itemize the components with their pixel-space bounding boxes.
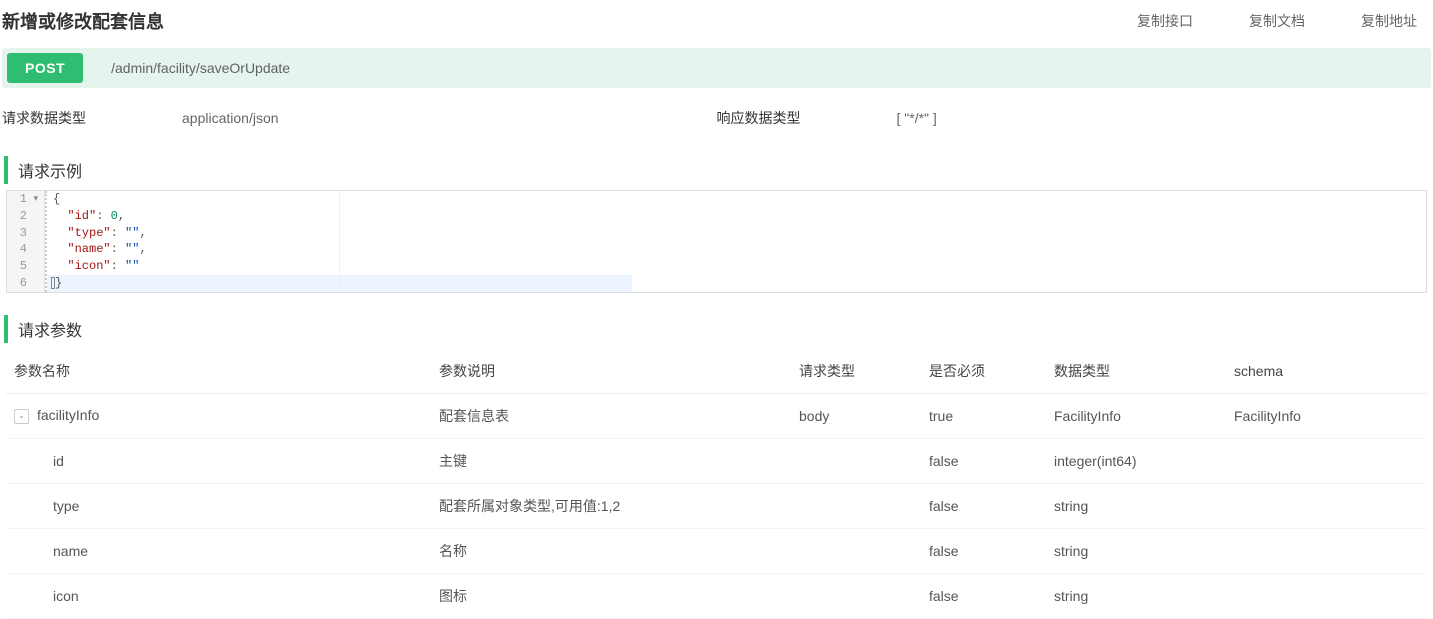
- cell-desc: 主键: [431, 438, 791, 483]
- code-editor[interactable]: 1▾ 2 3 4 5 6 { "id": 0, "type": "", "nam…: [6, 190, 1427, 293]
- copy-api-link[interactable]: 复制接口: [1137, 11, 1193, 31]
- col-desc: 参数说明: [431, 349, 791, 394]
- collapse-icon[interactable]: -: [14, 409, 29, 424]
- col-required: 是否必须: [921, 349, 1046, 394]
- cell-reqtype: [791, 483, 921, 528]
- cell-reqtype: [791, 528, 921, 573]
- cell-dtype: string: [1046, 483, 1226, 528]
- cell-reqtype: body: [791, 393, 921, 438]
- cell-name: icon: [6, 573, 431, 618]
- code-gutter: 1▾ 2 3 4 5 6: [7, 191, 45, 292]
- param-name: type: [53, 498, 79, 514]
- cell-required: false: [921, 438, 1046, 483]
- cell-name: type: [6, 483, 431, 528]
- page-title: 新增或修改配套信息: [2, 8, 164, 34]
- cell-reqtype: [791, 438, 921, 483]
- code-line: "type": "",: [47, 225, 339, 242]
- cell-schema: [1226, 438, 1427, 483]
- gutter-line: 1▾: [7, 191, 44, 208]
- header-actions: 复制接口 复制文档 复制地址: [1137, 11, 1427, 31]
- meta-row: 请求数据类型 application/json 响应数据类型 [ "*/*" ]: [0, 100, 1433, 146]
- response-type-cell: 响应数据类型 [ "*/*" ]: [717, 108, 1432, 128]
- page-header: 新增或修改配套信息 复制接口 复制文档 复制地址: [0, 0, 1433, 48]
- cell-desc: 配套信息表: [431, 393, 791, 438]
- param-name: icon: [53, 588, 79, 604]
- section-params-title: 请求参数: [4, 315, 1433, 343]
- response-type-value: [ "*/*" ]: [897, 110, 937, 126]
- param-name: name: [53, 543, 88, 559]
- code-line: "icon": "": [47, 258, 339, 275]
- cell-required: false: [921, 483, 1046, 528]
- code-body[interactable]: { "id": 0, "type": "", "name": "", "icon…: [45, 191, 340, 292]
- cell-name: -facilityInfo: [6, 393, 431, 438]
- cell-name: name: [6, 528, 431, 573]
- copy-doc-link[interactable]: 复制文档: [1249, 11, 1305, 31]
- col-schema: schema: [1226, 349, 1427, 394]
- col-dtype: 数据类型: [1046, 349, 1226, 394]
- copy-url-link[interactable]: 复制地址: [1361, 11, 1417, 31]
- params-table: 参数名称 参数说明 请求类型 是否必须 数据类型 schema -facilit…: [6, 349, 1427, 619]
- cell-required: true: [921, 393, 1046, 438]
- table-row: type 配套所属对象类型,可用值:1,2 falsestring: [6, 483, 1427, 528]
- request-type-label: 请求数据类型: [2, 108, 182, 128]
- table-row: icon 图标 falsestring: [6, 573, 1427, 618]
- table-row: name 名称 falsestring: [6, 528, 1427, 573]
- cell-desc: 名称: [431, 528, 791, 573]
- cell-desc: 图标: [431, 573, 791, 618]
- response-type-label: 响应数据类型: [717, 108, 897, 128]
- cell-required: false: [921, 573, 1046, 618]
- cell-dtype: string: [1046, 528, 1226, 573]
- gutter-line: 2: [7, 208, 44, 225]
- gutter-line: 3: [7, 225, 44, 242]
- cell-reqtype: [791, 573, 921, 618]
- cell-schema: FacilityInfo: [1226, 393, 1427, 438]
- cell-dtype: integer(int64): [1046, 438, 1226, 483]
- code-line-active: }: [47, 275, 339, 292]
- cell-name: id: [6, 438, 431, 483]
- param-name: id: [53, 453, 64, 469]
- code-line: "name": "",: [47, 241, 339, 258]
- gutter-line: 4: [7, 241, 44, 258]
- cell-desc: 配套所属对象类型,可用值:1,2: [431, 483, 791, 528]
- request-type-value: application/json: [182, 110, 279, 126]
- request-type-cell: 请求数据类型 application/json: [2, 108, 717, 128]
- col-name: 参数名称: [6, 349, 431, 394]
- table-row: -facilityInfo配套信息表bodytrueFacilityInfoFa…: [6, 393, 1427, 438]
- table-header-row: 参数名称 参数说明 请求类型 是否必须 数据类型 schema: [6, 349, 1427, 394]
- cell-dtype: FacilityInfo: [1046, 393, 1226, 438]
- param-name: facilityInfo: [37, 407, 99, 423]
- cell-schema: [1226, 483, 1427, 528]
- code-line: {: [47, 191, 339, 208]
- col-reqtype: 请求类型: [791, 349, 921, 394]
- method-badge: POST: [7, 53, 83, 83]
- section-example-title: 请求示例: [4, 156, 1433, 184]
- code-blank-pane: [340, 191, 632, 292]
- endpoint-bar: POST /admin/facility/saveOrUpdate: [2, 48, 1431, 88]
- cell-required: false: [921, 528, 1046, 573]
- endpoint-path: /admin/facility/saveOrUpdate: [111, 60, 290, 76]
- gutter-line: 6: [7, 275, 44, 292]
- code-line: "id": 0,: [47, 208, 339, 225]
- gutter-line: 5: [7, 258, 44, 275]
- cell-dtype: string: [1046, 573, 1226, 618]
- cell-schema: [1226, 528, 1427, 573]
- cell-schema: [1226, 573, 1427, 618]
- fold-icon[interactable]: ▾: [30, 193, 38, 206]
- table-row: id 主键 falseinteger(int64): [6, 438, 1427, 483]
